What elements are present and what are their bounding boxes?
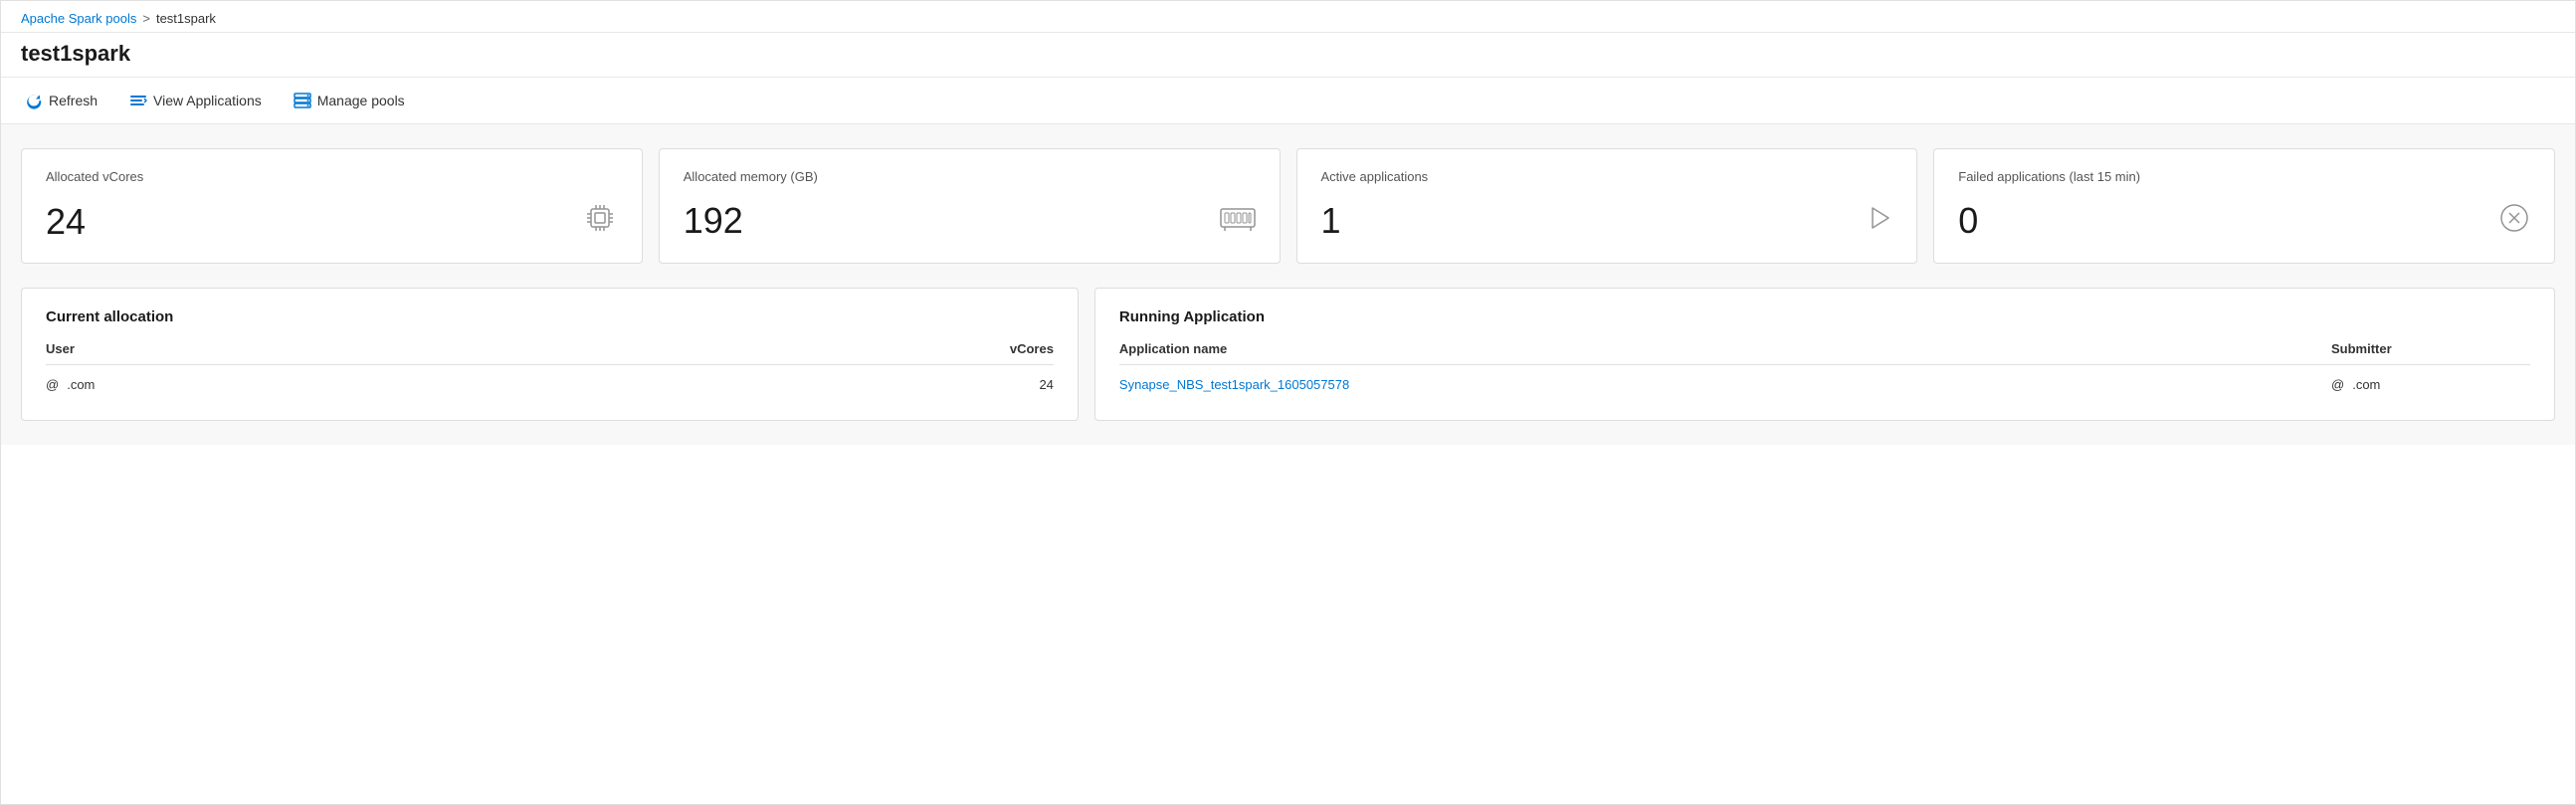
toolbar: Refresh View Applications [1, 78, 2575, 124]
metric-card-failed: Failed applications (last 15 min) 0 [1933, 148, 2555, 264]
manage-pools-button[interactable]: Manage pools [290, 88, 409, 113]
metric-value-row-active: 1 [1321, 200, 1893, 242]
app-name-cell: Synapse_NBS_test1spark_1605057578 [1119, 377, 2331, 392]
breadcrumb-bar: Apache Spark pools > test1spark [1, 1, 2575, 33]
main-content: Allocated vCores 24 [1, 124, 2575, 445]
play-icon [1865, 204, 1892, 239]
breadcrumb: Apache Spark pools > test1spark [21, 11, 2555, 26]
allocation-user-cell: @ .com [46, 377, 934, 392]
metric-label-memory: Allocated memory (GB) [684, 169, 1256, 184]
current-allocation-section: Current allocation User vCores @ .com 24 [21, 288, 1079, 421]
metric-card-memory: Allocated memory (GB) 192 [659, 148, 1281, 264]
running-application-title: Running Application [1119, 308, 2530, 325]
manage-pools-label: Manage pools [317, 93, 405, 108]
metric-label-vcores: Allocated vCores [46, 169, 618, 184]
metric-value-row-memory: 192 [684, 200, 1256, 242]
manage-pools-icon [294, 92, 311, 109]
view-applications-button[interactable]: View Applications [125, 88, 266, 113]
sections-row: Current allocation User vCores @ .com 24… [21, 288, 2555, 421]
submitter-domain: .com [2352, 377, 2380, 392]
app-table-header: Application name Submitter [1119, 341, 2530, 365]
allocation-col-user: User [46, 341, 934, 356]
breadcrumb-parent-link[interactable]: Apache Spark pools [21, 11, 136, 26]
refresh-button[interactable]: Refresh [21, 88, 101, 113]
app-submitter-cell: @ .com [2331, 377, 2530, 392]
metric-value-failed: 0 [1958, 200, 1978, 242]
allocation-user-at: @ [46, 377, 59, 392]
metric-label-active: Active applications [1321, 169, 1893, 184]
metric-cards: Allocated vCores 24 [21, 148, 2555, 264]
memory-icon [1220, 204, 1256, 239]
failed-icon [2498, 202, 2530, 241]
metric-value-active: 1 [1321, 200, 1341, 242]
cpu-icon [582, 200, 618, 243]
app-col-name: Application name [1119, 341, 2331, 356]
metric-card-active: Active applications 1 [1296, 148, 1918, 264]
breadcrumb-current: test1spark [156, 11, 216, 26]
breadcrumb-separator: > [142, 11, 150, 26]
refresh-icon [25, 92, 43, 109]
metric-value-memory: 192 [684, 200, 743, 242]
metric-card-vcores: Allocated vCores 24 [21, 148, 643, 264]
list-item: Synapse_NBS_test1spark_1605057578 @ .com [1119, 369, 2530, 400]
submitter-at: @ [2331, 377, 2344, 392]
allocation-col-vcores: vCores [934, 341, 1054, 356]
running-application-section: Running Application Application name Sub… [1094, 288, 2555, 421]
page-wrapper: Apache Spark pools > test1spark test1spa… [0, 0, 2576, 805]
app-col-submitter: Submitter [2331, 341, 2530, 356]
page-title: test1spark [21, 41, 2555, 67]
allocation-user-domain: .com [67, 377, 95, 392]
app-name-link[interactable]: Synapse_NBS_test1spark_1605057578 [1119, 377, 1349, 392]
allocation-table-header: User vCores [46, 341, 1054, 365]
metric-value-row-vcores: 24 [46, 200, 618, 243]
table-row: @ .com 24 [46, 369, 1054, 400]
metric-value-row-failed: 0 [1958, 200, 2530, 242]
page-title-bar: test1spark [1, 33, 2575, 78]
allocation-vcores-cell: 24 [934, 377, 1054, 392]
current-allocation-title: Current allocation [46, 308, 1054, 325]
view-applications-label: View Applications [153, 93, 262, 108]
metric-value-vcores: 24 [46, 201, 86, 243]
view-applications-icon [129, 92, 147, 109]
refresh-label: Refresh [49, 93, 98, 108]
metric-label-failed: Failed applications (last 15 min) [1958, 169, 2530, 184]
